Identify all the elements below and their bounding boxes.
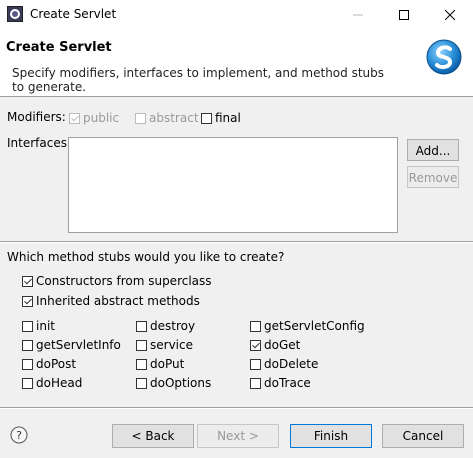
init-checkbox-box[interactable] (22, 320, 33, 332)
abstract-label: abstract (149, 111, 199, 125)
getservletinfo-checkbox[interactable]: getServletInfo (22, 338, 121, 352)
doput-checkbox[interactable]: doPut (136, 357, 184, 371)
interfaces-label: Interfaces: (7, 136, 72, 150)
doget-checkbox[interactable]: doGet (250, 338, 300, 352)
service-checkbox-box[interactable] (136, 339, 147, 351)
final-checkbox-box[interactable] (201, 112, 212, 124)
destroy-label: destroy (150, 319, 196, 333)
close-icon (445, 10, 455, 20)
constructors-label: Constructors from superclass (36, 274, 212, 288)
abstract-checkbox-box[interactable] (135, 112, 146, 124)
doput-checkbox-box[interactable] (136, 358, 147, 370)
inherited-label: Inherited abstract methods (36, 294, 200, 308)
getservletinfo-label: getServletInfo (36, 338, 121, 352)
init-label: init (36, 319, 55, 333)
dopost-checkbox-box[interactable] (22, 358, 33, 370)
inherited-checkbox[interactable]: Inherited abstract methods (22, 294, 200, 308)
inherited-checkbox-box[interactable] (22, 295, 33, 307)
footer-separator (0, 407, 473, 409)
maximize-icon (399, 10, 409, 20)
minimize-icon (353, 14, 363, 16)
next-button[interactable]: Next > (197, 424, 279, 448)
getservletconfig-label: getServletConfig (264, 319, 365, 333)
final-label: final (215, 111, 241, 125)
modifiers-label: Modifiers: (7, 110, 66, 124)
dodelete-checkbox[interactable]: doDelete (250, 357, 318, 371)
maximize-button[interactable] (381, 0, 427, 30)
dooptions-checkbox[interactable]: doOptions (136, 376, 211, 390)
eclipse-app-icon (7, 6, 23, 22)
wizard-header: Create Servlet Specify modifiers, interf… (0, 30, 473, 97)
dohead-label: doHead (36, 376, 83, 390)
doget-label: doGet (264, 338, 301, 352)
init-checkbox[interactable]: init (22, 319, 55, 333)
dopost-checkbox[interactable]: doPost (22, 357, 76, 371)
doget-checkbox-box[interactable] (250, 339, 261, 351)
dotrace-checkbox-box[interactable] (250, 377, 261, 389)
section-separator (0, 241, 473, 243)
public-label: public (83, 111, 120, 125)
stubs-question: Which method stubs would you like to cre… (7, 250, 285, 264)
dodelete-label: doDelete (264, 357, 319, 371)
minimize-button[interactable] (335, 0, 381, 30)
help-icon[interactable]: ? (10, 426, 28, 444)
back-button[interactable]: < Back (112, 424, 194, 448)
getservletconfig-checkbox-box[interactable] (250, 320, 261, 332)
dotrace-checkbox[interactable]: doTrace (250, 376, 311, 390)
servlet-wizard-icon (426, 39, 462, 75)
dopost-label: doPost (36, 357, 77, 371)
destroy-checkbox-box[interactable] (136, 320, 147, 332)
close-button[interactable] (427, 0, 473, 30)
getservletconfig-checkbox[interactable]: getServletConfig (250, 319, 365, 333)
public-checkbox-box[interactable] (69, 112, 80, 124)
service-checkbox[interactable]: service (136, 338, 193, 352)
window-title: Create Servlet (30, 7, 117, 21)
cancel-button[interactable]: Cancel (382, 424, 464, 448)
dodelete-checkbox-box[interactable] (250, 358, 261, 370)
dohead-checkbox-box[interactable] (22, 377, 33, 389)
title-bar: Create Servlet (0, 0, 473, 30)
dohead-checkbox[interactable]: doHead (22, 376, 82, 390)
wizard-description: Specify modifiers, interfaces to impleme… (12, 66, 385, 94)
dotrace-label: doTrace (264, 376, 311, 390)
svg-text:?: ? (16, 429, 22, 442)
constructors-checkbox-box[interactable] (22, 275, 33, 287)
final-checkbox[interactable]: final (201, 111, 241, 125)
public-checkbox[interactable]: public (69, 111, 119, 125)
destroy-checkbox[interactable]: destroy (136, 319, 195, 333)
remove-interface-button[interactable]: Remove (407, 166, 459, 188)
finish-button[interactable]: Finish (290, 424, 372, 448)
add-interface-button[interactable]: Add... (407, 139, 459, 161)
getservletinfo-checkbox-box[interactable] (22, 339, 33, 351)
constructors-checkbox[interactable]: Constructors from superclass (22, 274, 212, 288)
dooptions-checkbox-box[interactable] (136, 377, 147, 389)
wizard-title: Create Servlet (6, 40, 112, 55)
interfaces-list[interactable] (68, 137, 398, 233)
doput-label: doPut (150, 357, 185, 371)
service-label: service (150, 338, 193, 352)
abstract-checkbox[interactable]: abstract (135, 111, 199, 125)
dooptions-label: doOptions (150, 376, 212, 390)
